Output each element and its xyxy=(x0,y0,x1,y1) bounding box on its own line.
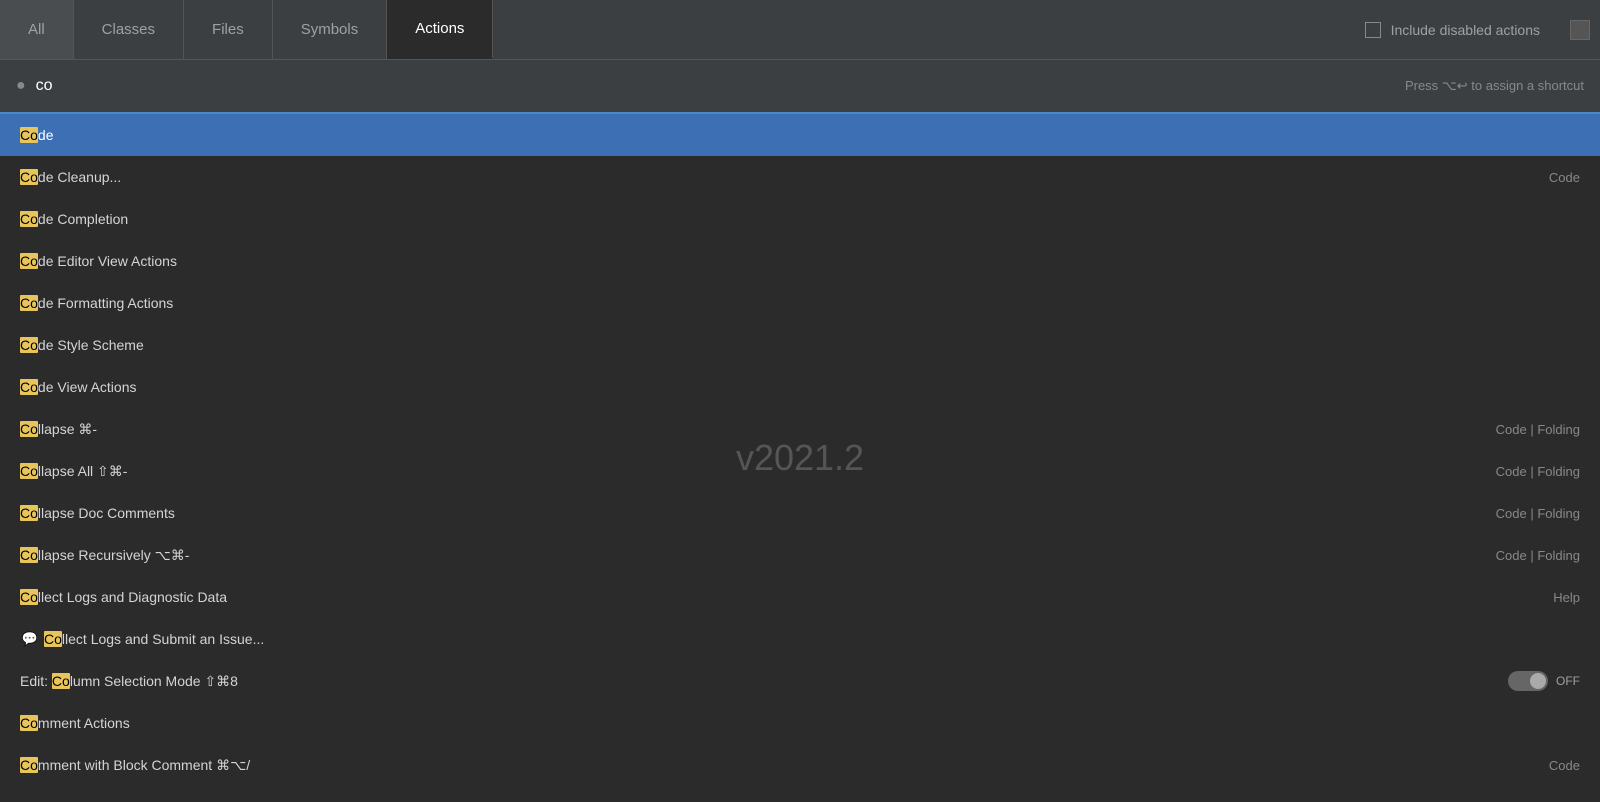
search-bar: ● co Press ⌥↩ to assign a shortcut xyxy=(0,60,1600,114)
list-item-label: Code Cleanup... xyxy=(20,169,1420,185)
list-item-category: Code xyxy=(1420,170,1580,185)
tab-symbols[interactable]: Symbols xyxy=(273,0,388,59)
highlight: Co xyxy=(44,631,62,647)
tab-actions[interactable]: Actions xyxy=(387,0,493,59)
list-item[interactable]: Code Completion xyxy=(0,198,1600,240)
highlight: Co xyxy=(20,127,38,143)
list-item-category: Code | Folding xyxy=(1420,548,1580,563)
toggle-wrap: OFF xyxy=(1508,671,1580,691)
highlight: Co xyxy=(20,547,38,563)
list-item[interactable]: Code xyxy=(0,114,1600,156)
list-item-label: Code View Actions xyxy=(20,379,1420,395)
list-item[interactable]: Code Cleanup... Code xyxy=(0,156,1600,198)
tab-all-label: All xyxy=(28,21,45,38)
highlight: Co xyxy=(20,211,38,227)
highlight: Co xyxy=(20,169,38,185)
list-item-label: Collapse Doc Comments xyxy=(20,505,1420,521)
highlight: Co xyxy=(20,505,38,521)
list-item-label: Comment Actions xyxy=(20,715,1420,731)
tab-classes[interactable]: Classes xyxy=(74,0,184,59)
include-disabled-section: Include disabled actions xyxy=(1345,0,1560,59)
list-item[interactable]: 💬 Collect Logs and Submit an Issue... xyxy=(0,618,1600,660)
list-item-category: Code | Folding xyxy=(1420,464,1580,479)
tab-bar: All Classes Files Symbols Actions Includ… xyxy=(0,0,1600,60)
window-button[interactable] xyxy=(1570,20,1590,40)
toggle-label: OFF xyxy=(1556,674,1580,688)
list-item[interactable]: Collapse Recursively ⌥⌘- Code | Folding xyxy=(0,534,1600,576)
list-item[interactable]: Collect Logs and Diagnostic Data Help xyxy=(0,576,1600,618)
list-item[interactable]: Comment with Block Comment ⌘⌥/ Code xyxy=(0,744,1600,786)
window-controls xyxy=(1560,0,1600,59)
toggle-off-switch[interactable] xyxy=(1508,671,1548,691)
list-item-label: Collect Logs and Submit an Issue... xyxy=(44,631,1420,647)
list-item-label: Collapse All ⇧⌘- xyxy=(20,463,1420,480)
list-area: v2021.2 Code Code Cleanup... Code Code C… xyxy=(0,114,1600,802)
list-item-label: Code xyxy=(20,127,1420,143)
highlight: Co xyxy=(20,715,38,731)
list-item[interactable]: Code Editor View Actions xyxy=(0,240,1600,282)
tab-actions-label: Actions xyxy=(415,20,464,37)
list-item[interactable]: Code View Actions xyxy=(0,366,1600,408)
highlight: Co xyxy=(20,463,38,479)
search-input[interactable]: co xyxy=(36,77,1395,95)
list-item-label: Collapse ⌘- xyxy=(20,421,1420,438)
highlight: Co xyxy=(20,295,38,311)
list-item-category: Code | Folding xyxy=(1420,422,1580,437)
include-disabled-checkbox[interactable] xyxy=(1365,22,1381,38)
list-item[interactable]: Collapse ⌘- Code | Folding xyxy=(0,408,1600,450)
highlight: Co xyxy=(20,421,38,437)
list-item[interactable]: Code Style Scheme xyxy=(0,324,1600,366)
list-item-category: Code | Folding xyxy=(1420,506,1580,521)
shortcut-hint: Press ⌥↩ to assign a shortcut xyxy=(1405,78,1584,94)
tab-classes-label: Classes xyxy=(102,21,155,38)
tab-spacer xyxy=(493,0,1344,59)
list-item[interactable]: Collapse All ⇧⌘- Code | Folding xyxy=(0,450,1600,492)
list-item-category: Help xyxy=(1420,590,1580,605)
tab-files-label: Files xyxy=(212,21,244,38)
tab-symbols-label: Symbols xyxy=(301,21,359,38)
comment-icon: 💬 xyxy=(20,631,40,647)
list-item[interactable]: Collapse Doc Comments Code | Folding xyxy=(0,492,1600,534)
highlight: Co xyxy=(20,757,38,773)
highlight: Co xyxy=(20,379,38,395)
list-item-category: Code xyxy=(1420,758,1580,773)
list-item-label: Code Formatting Actions xyxy=(20,295,1420,311)
highlight: Co xyxy=(20,253,38,269)
search-icon: ● xyxy=(16,77,26,95)
list-item[interactable]: Code Formatting Actions xyxy=(0,282,1600,324)
highlight: Co xyxy=(20,337,38,353)
include-disabled-label: Include disabled actions xyxy=(1391,22,1540,38)
list-item-label: Code Editor View Actions xyxy=(20,253,1420,269)
list-item[interactable]: Edit: Column Selection Mode ⇧⌘8 OFF xyxy=(0,660,1600,702)
list-item[interactable]: Comment Actions xyxy=(0,702,1600,744)
list-item-label: Edit: Column Selection Mode ⇧⌘8 xyxy=(20,673,1508,690)
list-item-label: Code Completion xyxy=(20,211,1420,227)
list-item-label: Code Style Scheme xyxy=(20,337,1420,353)
tab-all[interactable]: All xyxy=(0,0,74,59)
list-item-label: Collect Logs and Diagnostic Data xyxy=(20,589,1420,605)
list-item-label: Collapse Recursively ⌥⌘- xyxy=(20,547,1420,564)
highlight: Co xyxy=(52,673,70,689)
list-item-label: Comment with Block Comment ⌘⌥/ xyxy=(20,757,1420,774)
highlight: Co xyxy=(20,589,38,605)
tab-files[interactable]: Files xyxy=(184,0,273,59)
